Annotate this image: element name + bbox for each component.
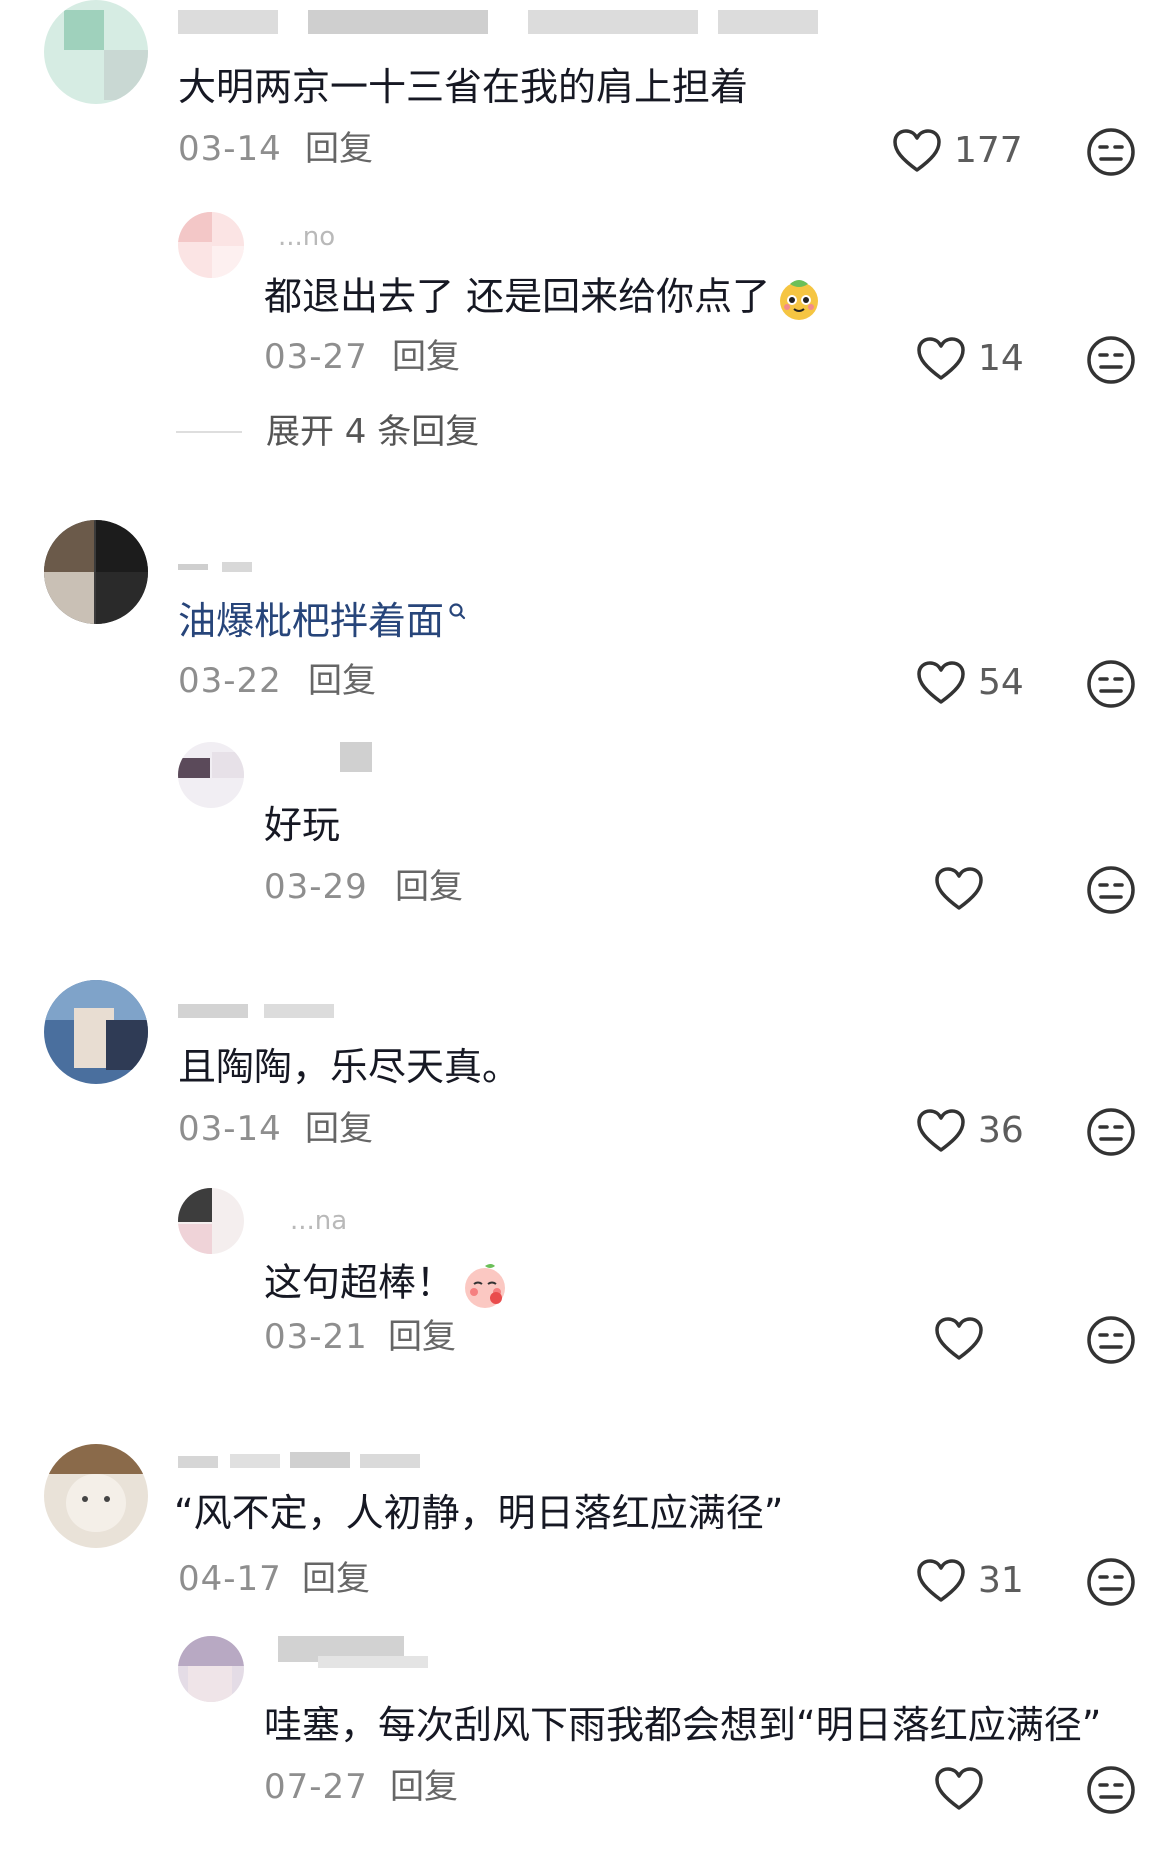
reply-button[interactable]: 回复 xyxy=(308,664,376,698)
heart-outline-icon xyxy=(893,129,941,172)
reply-button[interactable]: 回复 xyxy=(305,1112,373,1146)
neutral-face-icon[interactable] xyxy=(1086,127,1136,177)
comment-date: 03-14 xyxy=(178,129,282,169)
like-count: 14 xyxy=(978,338,1024,379)
reply-button[interactable]: 回复 xyxy=(392,340,460,374)
comment-username[interactable] xyxy=(178,1448,438,1470)
comment-text: 且陶陶，乐尽天真。 xyxy=(178,1045,521,1089)
comment-date: 04-17 xyxy=(178,1559,282,1599)
heart-outline-icon xyxy=(935,1767,983,1810)
neutral-face-icon[interactable] xyxy=(1086,1107,1136,1157)
comment-username[interactable] xyxy=(178,6,818,36)
like-button[interactable]: 177 xyxy=(892,128,1023,174)
reply-button[interactable]: 回复 xyxy=(390,1770,458,1804)
reply-button[interactable]: 回复 xyxy=(305,132,373,166)
like-count: 36 xyxy=(978,1110,1024,1151)
like-button[interactable]: 36 xyxy=(916,1108,1024,1154)
reply-text: 好玩 xyxy=(264,803,341,847)
reply-username[interactable] xyxy=(340,742,376,782)
like-button[interactable]: 31 xyxy=(916,1558,1024,1604)
neutral-face-icon[interactable] xyxy=(1086,1315,1136,1365)
like-button[interactable]: 14 xyxy=(916,336,1024,382)
comment-text: “风不定，人初静，明日落红应满径” xyxy=(174,1491,784,1535)
like-count: 31 xyxy=(978,1560,1024,1601)
heart-outline-icon xyxy=(935,1317,983,1360)
reply-button[interactable]: 回复 xyxy=(302,1562,370,1596)
neutral-face-icon[interactable] xyxy=(1086,335,1136,385)
reply-username[interactable]: ...na xyxy=(290,1206,347,1236)
comment-date: 03-22 xyxy=(178,661,282,701)
like-button[interactable] xyxy=(934,1316,996,1362)
avatar[interactable] xyxy=(178,1636,244,1702)
reply-text: 这句超棒！ xyxy=(264,1260,510,1310)
comment-text-link[interactable]: 油爆枇杷拌着面 xyxy=(178,602,466,640)
comment-username[interactable] xyxy=(178,556,258,576)
blushing-peach-emoji xyxy=(465,1264,506,1308)
reply-date: 03-27 xyxy=(264,337,368,377)
avatar[interactable] xyxy=(44,0,148,104)
like-count: 54 xyxy=(978,662,1024,703)
avatar[interactable] xyxy=(44,980,148,1084)
expand-replies-button[interactable]: 展开 4 条回复 xyxy=(176,415,479,449)
comment-username[interactable] xyxy=(178,1000,368,1020)
neutral-face-icon[interactable] xyxy=(1086,1557,1136,1607)
divider xyxy=(176,431,242,433)
avatar[interactable] xyxy=(178,1188,244,1254)
like-button[interactable] xyxy=(934,1766,996,1812)
heart-outline-icon xyxy=(917,1109,965,1152)
reply-button[interactable]: 回复 xyxy=(388,1320,456,1354)
heart-outline-icon xyxy=(935,867,983,910)
like-button[interactable] xyxy=(934,866,996,912)
search-icon xyxy=(449,603,466,620)
avatar[interactable] xyxy=(44,520,148,624)
avatar[interactable] xyxy=(178,212,244,278)
reply-date: 03-29 xyxy=(264,867,368,907)
reply-username[interactable]: ...no xyxy=(278,222,335,252)
heart-outline-icon xyxy=(917,661,965,704)
reply-username[interactable] xyxy=(278,1636,458,1672)
pudding-emoji xyxy=(780,280,819,320)
like-count: 177 xyxy=(954,130,1023,171)
neutral-face-icon[interactable] xyxy=(1086,659,1136,709)
avatar[interactable] xyxy=(44,1444,148,1548)
neutral-face-icon[interactable] xyxy=(1086,865,1136,915)
comment-text: 大明两京一十三省在我的肩上担着 xyxy=(178,65,749,109)
reply-button[interactable]: 回复 xyxy=(395,870,463,904)
like-button[interactable]: 54 xyxy=(916,660,1024,706)
reply-date: 03-21 xyxy=(264,1317,368,1357)
reply-date: 07-27 xyxy=(264,1767,368,1807)
reply-text: 都退出去了 还是回来给你点了 xyxy=(264,276,822,322)
avatar[interactable] xyxy=(178,742,244,808)
reply-text: 哇塞，每次刮风下雨我都会想到“明日落红应满径” xyxy=(264,1703,1102,1747)
expand-replies-label: 展开 4 条回复 xyxy=(266,412,480,452)
neutral-face-icon[interactable] xyxy=(1086,1765,1136,1815)
heart-outline-icon xyxy=(917,337,965,380)
heart-outline-icon xyxy=(917,1559,965,1602)
comment-date: 03-14 xyxy=(178,1109,282,1149)
